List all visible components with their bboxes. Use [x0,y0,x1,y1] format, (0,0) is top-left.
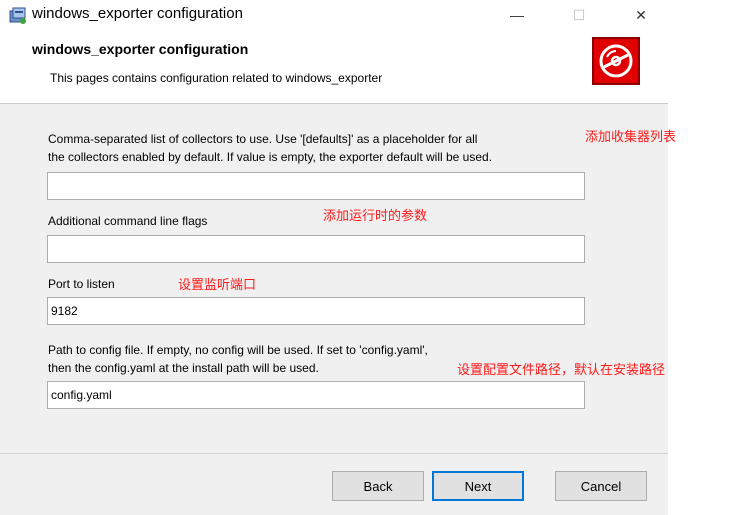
annotation-config-path: 设置配置文件路径，默认在安装路径 [457,362,666,377]
config-path-label-line1: Path to config file. If empty, no config… [48,343,428,357]
port-label: Port to listen [48,277,115,291]
collectors-label-line2: the collectors enabled by default. If va… [48,150,493,164]
config-path-input[interactable] [47,381,585,409]
disc-icon [592,37,640,85]
collectors-input[interactable] [47,172,585,200]
back-button[interactable]: Back [332,471,424,501]
window-title: windows_exporter configuration [32,5,243,22]
next-button[interactable]: Next [432,471,524,501]
collectors-label-line1: Comma-separated list of collectors to us… [48,132,478,146]
close-button[interactable]: ✕ [618,0,664,30]
footer-divider [0,453,668,454]
config-path-label: Path to config file. If empty, no config… [48,341,428,377]
page-subtitle: This pages contains configuration relate… [50,71,383,85]
header-banner: windows_exporter configuration This page… [0,30,668,104]
extra-flags-input[interactable] [47,235,585,263]
annotation-port: 设置监听端口 [178,277,257,292]
cancel-button[interactable]: Cancel [555,471,647,501]
extra-flags-label: Additional command line flags [48,214,208,228]
annotation-extra-flags: 添加运行时的参数 [323,208,428,223]
config-path-label-line2: then the config.yaml at the install path… [48,361,319,375]
installer-dialog: windows_exporter configuration — ☐ ✕ win… [0,0,668,515]
page-title: windows_exporter configuration [32,41,249,57]
annotation-collectors: 添加收集器列表 [585,129,677,144]
collectors-label: Comma-separated list of collectors to us… [48,130,492,166]
title-bar: windows_exporter configuration — ☐ ✕ [0,0,668,30]
close-icon: ✕ [635,6,647,23]
minimize-icon: — [510,7,524,23]
installer-package-icon [8,5,28,25]
maximize-button[interactable]: ☐ [556,0,602,30]
minimize-button[interactable]: — [494,0,540,30]
maximize-icon: ☐ [572,6,586,23]
port-input[interactable] [47,297,585,325]
